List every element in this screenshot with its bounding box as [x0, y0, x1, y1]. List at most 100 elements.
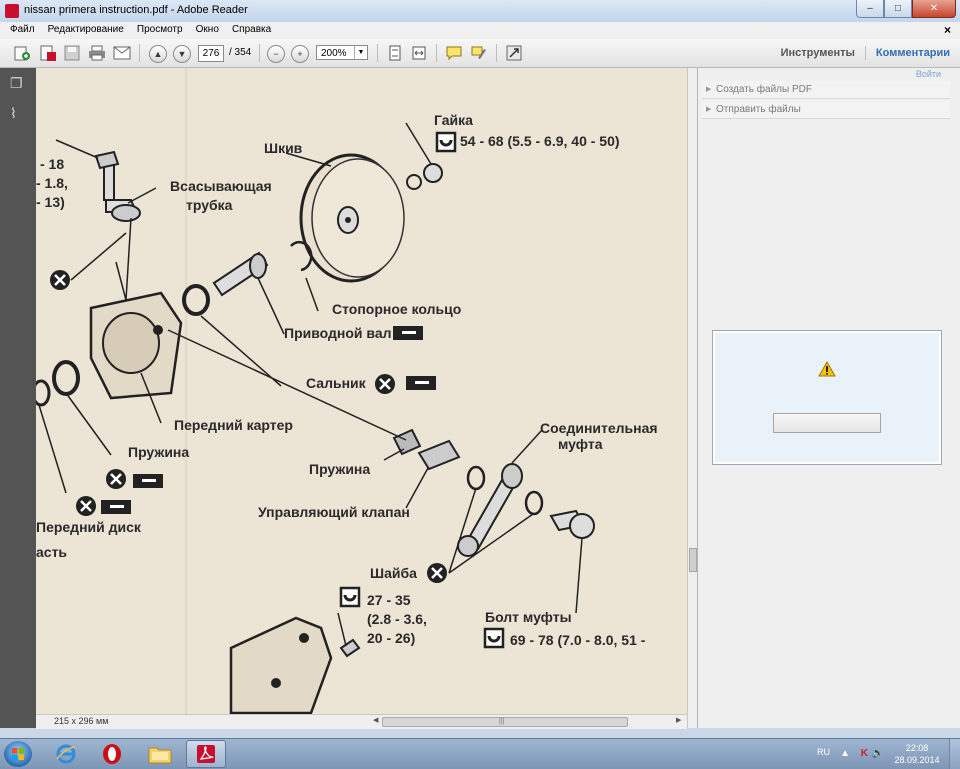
adobe-reader-app-icon	[5, 4, 19, 18]
comment-icon[interactable]	[444, 43, 464, 63]
divider	[864, 46, 866, 60]
label-spring-mid: Пружина	[309, 461, 371, 477]
label-partial-3: - 13)	[36, 194, 65, 210]
label-pulley: Шкив	[264, 140, 303, 156]
label-coupling-1: Соединительная	[540, 420, 658, 436]
status-bar: 215 x 296 мм ◀ ||| ▶	[36, 714, 687, 729]
clock-time: 22:08	[905, 743, 929, 753]
language-indicator[interactable]: RU	[817, 747, 830, 757]
previous-page-icon[interactable]: ▲	[149, 45, 167, 63]
menu-edit[interactable]: Редактирование	[48, 24, 124, 35]
label-front-housing: Передний картер	[174, 417, 293, 433]
page-thumbnails-icon[interactable]: ❐	[10, 76, 24, 90]
label-coupling-2: муфта	[558, 436, 603, 452]
triangle-right-icon: ▶	[706, 106, 712, 113]
open-icon[interactable]	[12, 43, 32, 63]
label-washer: Шайба	[370, 565, 417, 581]
zoom-select[interactable]: 200% ▼	[316, 45, 368, 60]
label-partial-1: - 18	[40, 156, 65, 172]
horizontal-scroll-thumb[interactable]: |||	[382, 717, 628, 727]
clock[interactable]: 22:08 28.09.2014	[892, 742, 942, 766]
grip-icon: |||	[499, 718, 505, 725]
start-button[interactable]	[4, 741, 32, 767]
label-retaining-ring: Стопорное кольцо	[332, 301, 462, 317]
minimize-button[interactable]: –	[856, 0, 884, 18]
label-nut-torque: 54 - 68 (5.5 - 6.9, 40 - 50)	[460, 133, 620, 149]
fit-width-icon[interactable]	[409, 43, 429, 63]
toolbar-separator	[259, 44, 260, 62]
send-files-label: Отправить файлы	[716, 104, 801, 115]
toolbar-separator	[377, 44, 378, 62]
label-partial-2: - 1.8,	[36, 175, 68, 191]
label-bolt-torque-2: (2.8 - 3.6,	[367, 611, 427, 627]
windows-logo-icon	[12, 748, 24, 760]
menu-help[interactable]: Справка	[232, 24, 271, 35]
zoom-value: 200%	[321, 48, 347, 59]
sign-in-link[interactable]: Войти	[916, 69, 941, 79]
page-size: 215 x 296 мм	[54, 716, 109, 726]
internet-explorer-icon[interactable]	[46, 740, 86, 768]
page-number-input[interactable]: 276	[198, 45, 224, 62]
tools-tab[interactable]: Инструменты	[781, 47, 855, 59]
print-icon[interactable]	[87, 43, 107, 63]
label-suction-tube-1: Всасывающая	[170, 178, 272, 194]
menu-bar: Файл Редактирование Просмотр Окно Справк…	[0, 22, 960, 40]
scroll-right-icon[interactable]: ▶	[676, 716, 681, 724]
highlight-icon[interactable]	[469, 43, 489, 63]
window-title: nissan primera instruction.pdf - Adobe R…	[24, 4, 248, 16]
comments-tab[interactable]: Комментарии	[876, 47, 950, 59]
scroll-left-icon[interactable]: ◀	[373, 716, 378, 724]
opera-icon[interactable]	[92, 740, 132, 768]
file-explorer-icon[interactable]	[140, 740, 180, 768]
label-nut: Гайка	[434, 112, 473, 128]
title-bar: nissan primera instruction.pdf - Adobe R…	[0, 0, 960, 23]
navigation-pane: ❐ ⌇	[0, 68, 36, 728]
show-hidden-icons-icon[interactable]: ▲	[840, 748, 850, 759]
document-view[interactable]: Гайка 54 - 68 (5.5 - 6.9, 40 - 50) Шкив …	[36, 68, 687, 714]
close-document-button[interactable]: ×	[944, 23, 951, 37]
attachments-icon[interactable]: ⌇	[10, 106, 24, 120]
window-controls: – □ ✕	[856, 0, 956, 18]
menu-view[interactable]: Просмотр	[137, 24, 183, 35]
create-pdf-label: Создать файлы PDF	[716, 84, 812, 95]
menu-file[interactable]: Файл	[10, 24, 35, 35]
next-page-icon[interactable]: ▼	[173, 45, 191, 63]
label-front-disc: Передний диск	[36, 519, 141, 535]
label-partial-part: асть	[36, 544, 68, 560]
chevron-down-icon[interactable]: ▼	[354, 46, 367, 59]
toolbar-separator	[496, 44, 497, 62]
label-coupling-bolt: Болт муфты	[485, 609, 572, 625]
label-drive-shaft: Приводной вал	[284, 325, 392, 341]
menu-window[interactable]: Окно	[196, 24, 219, 35]
taskbar: RU ▲ K 🔈 22:08 28.09.2014	[0, 738, 960, 769]
adobe-reader-icon	[197, 745, 215, 763]
fit-page-icon[interactable]	[385, 43, 405, 63]
create-pdf-item[interactable]: ▶ Создать файлы PDF	[702, 81, 950, 99]
page-total: / 354	[229, 47, 252, 58]
label-bolt-torque-3: 20 - 26)	[367, 630, 416, 646]
diagram-drawing	[36, 68, 687, 714]
antivirus-icon[interactable]: K	[861, 748, 868, 759]
zoom-in-icon[interactable]: +	[291, 45, 309, 63]
warning-icon	[818, 361, 836, 377]
email-icon[interactable]	[112, 43, 132, 63]
zoom-out-icon[interactable]: −	[267, 45, 285, 63]
label-control-valve: Управляющий клапан	[258, 504, 410, 520]
retry-button[interactable]	[773, 413, 881, 433]
show-desktop-button[interactable]	[949, 739, 960, 769]
send-files-item[interactable]: ▶ Отправить файлы	[702, 101, 950, 119]
triangle-right-icon: ▶	[706, 86, 712, 93]
toolbar-right-links: Инструменты Комментарии	[781, 46, 950, 60]
volume-icon[interactable]: 🔈	[872, 748, 884, 759]
label-coupling-bolt-torque: 69 - 78 (7.0 - 8.0, 51 -	[510, 632, 646, 648]
vertical-scroll-thumb[interactable]	[689, 548, 697, 572]
expand-icon[interactable]	[504, 43, 524, 63]
adobe-reader-task[interactable]	[186, 740, 226, 768]
save-icon[interactable]	[62, 43, 82, 63]
close-button[interactable]: ✕	[912, 0, 956, 18]
clock-date: 28.09.2014	[894, 755, 940, 765]
create-pdf-icon[interactable]	[38, 43, 58, 63]
toolbar-separator	[436, 44, 437, 62]
maximize-button[interactable]: □	[884, 0, 912, 18]
label-oil-seal: Сальник	[306, 375, 366, 391]
